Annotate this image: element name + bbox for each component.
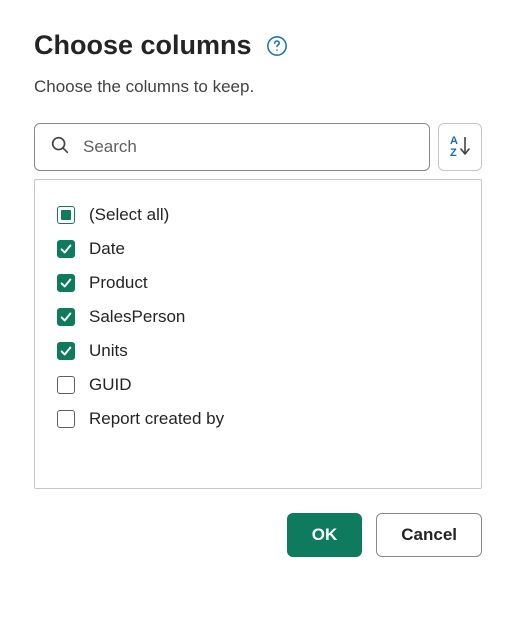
column-row[interactable]: GUID [57, 368, 459, 402]
select-all-label: (Select all) [89, 205, 169, 225]
column-row[interactable]: SalesPerson [57, 300, 459, 334]
svg-text:A: A [450, 135, 458, 147]
svg-text:Z: Z [450, 147, 457, 159]
checkbox-checked-icon [57, 240, 75, 258]
checkbox-unchecked-icon [57, 376, 75, 394]
column-row[interactable]: Units [57, 334, 459, 368]
search-box[interactable] [34, 123, 430, 171]
checkbox-indeterminate-icon [57, 206, 75, 224]
checkbox-checked-icon [57, 274, 75, 292]
page-title: Choose columns [34, 30, 252, 61]
sort-button[interactable]: A Z [438, 123, 482, 171]
search-input[interactable] [83, 137, 415, 157]
column-label: SalesPerson [89, 307, 185, 327]
column-label: GUID [89, 375, 132, 395]
column-row[interactable]: Date [57, 232, 459, 266]
column-label: Product [89, 273, 148, 293]
dialog-header: Choose columns [34, 30, 482, 61]
column-row[interactable]: Report created by [57, 402, 459, 436]
sort-az-icon: A Z [448, 132, 472, 163]
cancel-button[interactable]: Cancel [376, 513, 482, 557]
column-label: Report created by [89, 409, 224, 429]
checkbox-unchecked-icon [57, 410, 75, 428]
select-all-row[interactable]: (Select all) [57, 198, 459, 232]
help-icon[interactable] [266, 35, 288, 57]
search-icon [49, 134, 71, 161]
column-row[interactable]: Product [57, 266, 459, 300]
column-list: (Select all) Date Product SalesPerson Units… [34, 179, 482, 489]
column-label: Date [89, 239, 125, 259]
dialog-footer: OK Cancel [34, 513, 482, 557]
search-row: A Z [34, 123, 482, 171]
dialog-subtitle: Choose the columns to keep. [34, 77, 482, 97]
checkbox-checked-icon [57, 342, 75, 360]
checkbox-checked-icon [57, 308, 75, 326]
column-label: Units [89, 341, 128, 361]
ok-button[interactable]: OK [287, 513, 363, 557]
